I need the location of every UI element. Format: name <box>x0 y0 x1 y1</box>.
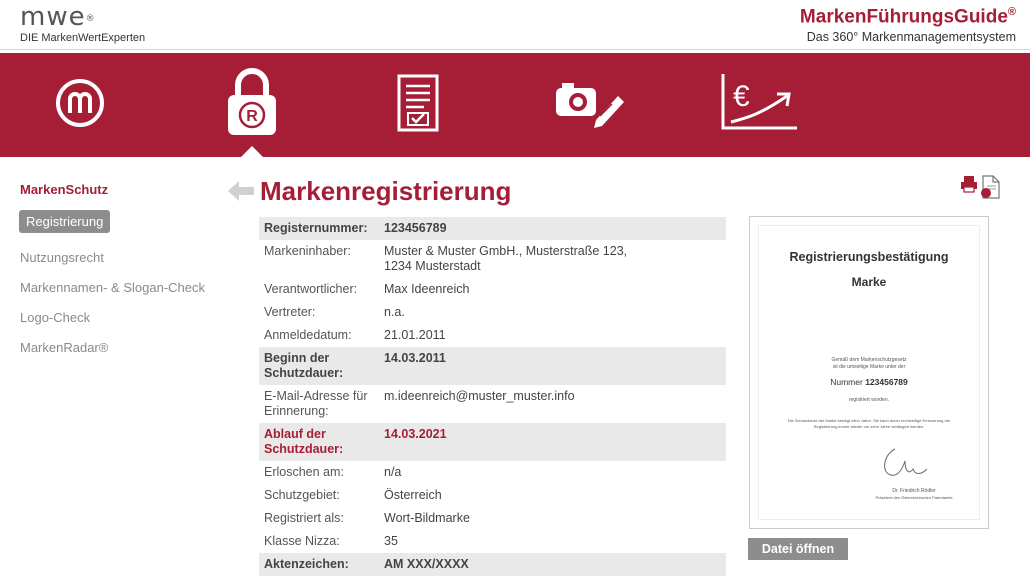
table-row: Erloschen am: n/a <box>259 461 726 484</box>
table-row: Schutzgebiet: Österreich <box>259 484 726 507</box>
table-row: Anmeldedatum: 21.01.2011 <box>259 324 726 347</box>
logo-mark: mwe® <box>20 2 96 32</box>
row-key: Markeninhaber: <box>264 244 351 258</box>
row-key-line: Beginn der <box>264 351 330 365</box>
sidebar-item-slogan-check[interactable]: Markennamen- & Slogan-Check <box>20 280 220 295</box>
row-value: n.a. <box>384 305 405 319</box>
row-key-line: Erinnerung: <box>264 404 329 418</box>
back-arrow-icon[interactable] <box>228 181 254 206</box>
row-key: Klasse Nizza: <box>264 534 340 548</box>
table-row: Ablauf der Schutzdauer: 14.03.2021 <box>259 423 726 461</box>
sidebar-title: MarkenSchutz <box>20 182 109 197</box>
row-value: m.ideenreich@muster_muster.info <box>384 389 575 403</box>
row-value: Österreich <box>384 488 442 502</box>
table-row: Verantwortlicher: Max Ideenreich <box>259 278 726 301</box>
svg-text:€: € <box>733 80 750 113</box>
row-key: Schutzgebiet: <box>264 488 340 502</box>
brand-block: MarkenFührungsGuide® Das 360° Markenmana… <box>800 6 1016 44</box>
row-value-line: Muster & Muster GmbH., Musterstraße 123, <box>384 244 628 258</box>
lock-registered-icon: R <box>222 67 282 144</box>
row-value: 21.01.2011 <box>384 328 446 342</box>
euro-growth-chart-icon: € <box>717 72 799 139</box>
table-row: Markeninhaber: Muster & Muster GmbH., Mu… <box>259 240 726 278</box>
row-value: n/a <box>384 465 402 479</box>
row-key: Aktenzeichen: <box>259 553 379 576</box>
certificate-subtitle: Marke <box>851 275 887 289</box>
open-file-button[interactable]: Datei öffnen <box>748 538 848 560</box>
row-key: Verantwortlicher: <box>264 282 358 296</box>
top-header: mwe® DIE MarkenWertExperten MarkenFührun… <box>0 0 1030 50</box>
nav-item-value[interactable]: € <box>718 65 798 145</box>
certificate-title: Registrierungsbestätigung <box>789 250 949 264</box>
row-value: 123456789 <box>379 217 726 240</box>
row-key-line: Schutzdauer: <box>264 442 344 456</box>
sidebar-item-logo-check[interactable]: Logo-Check <box>20 310 220 325</box>
table-row: Klasse Nizza: 35 <box>259 530 726 553</box>
table-row: Registernummer: 123456789 <box>259 217 726 240</box>
row-value: 14.03.2021 <box>379 423 726 461</box>
row-value: 35 <box>384 534 398 548</box>
row-value: Max Ideenreich <box>384 282 470 296</box>
row-key-line: E-Mail-Adresse für <box>264 389 368 403</box>
sidebar: MarkenSchutz Registrierung Nutzungsrecht… <box>19 180 220 355</box>
row-key: Registriert als: <box>264 511 344 525</box>
table-row: Beginn der Schutzdauer: 14.03.2011 <box>259 347 726 385</box>
table-row: Registriert als: Wort-Bildmarke <box>259 507 726 530</box>
certificate-text: ist die umseitige Marke unter der <box>832 364 906 370</box>
certificate-border <box>758 225 980 520</box>
page-title: Markenregistrierung <box>260 176 512 206</box>
row-key: E-Mail-Adresse für Erinnerung: <box>259 385 379 423</box>
certificate-preview[interactable]: Registrierungsbestätigung Marke Gemäß de… <box>749 216 989 529</box>
pdf-icon[interactable] <box>980 175 1000 204</box>
brand-subtitle: Das 360° Markenmanagementsystem <box>806 30 1016 45</box>
svg-text:R: R <box>246 108 258 125</box>
table-row: Vertreter: n.a. <box>259 301 726 324</box>
print-icon[interactable] <box>960 175 978 204</box>
active-nav-pointer <box>241 146 263 157</box>
row-key-line: Schutzdauer: <box>264 366 344 380</box>
camera-pencil-icon <box>552 76 628 135</box>
table-row: E-Mail-Adresse für Erinnerung: m.ideenrei… <box>259 385 726 423</box>
document-check-icon <box>396 73 440 138</box>
row-value: AM XXX/XXXX <box>379 553 726 576</box>
registration-table: Registernummer: 123456789 Markeninhaber:… <box>259 217 726 576</box>
row-key: Erloschen am: <box>264 465 344 479</box>
row-key: Beginn der Schutzdauer: <box>259 347 379 385</box>
mwe-logo[interactable]: mwe® DIE MarkenWertExperten <box>20 4 145 44</box>
row-key-line: Ablauf der <box>264 427 326 441</box>
row-value-line: 1234 Musterstadt <box>384 259 481 273</box>
row-key: Vertreter: <box>264 305 316 319</box>
toolbar <box>960 175 1000 204</box>
signature <box>875 445 935 486</box>
logo-subtitle: DIE MarkenWertExperten <box>20 32 146 44</box>
row-key: Anmeldedatum: <box>264 328 352 342</box>
table-row: Aktenzeichen: AM XXX/XXXX <box>259 553 726 576</box>
sidebar-item-registrierung[interactable]: Registrierung <box>19 210 111 233</box>
nav-item-document[interactable] <box>378 65 458 145</box>
row-value: Muster & Muster GmbH., Musterstraße 123,… <box>379 240 726 278</box>
main-nav: R € <box>0 53 1030 157</box>
row-key: Registernummer: <box>259 217 379 240</box>
brand-title: MarkenFührungsGuide® <box>799 6 1016 28</box>
certificate-text: Registrierung immer wieder um zehn Jahre… <box>813 424 925 429</box>
sidebar-item-nutzungsrecht[interactable]: Nutzungsrecht <box>20 250 220 265</box>
certificate-signer-title: Präsident des Österreichischen Patentamt… <box>875 495 953 500</box>
certificate-text: Gemäß dem Markenschutzgesetz <box>831 357 907 363</box>
nav-item-markenschutz[interactable]: R <box>212 65 292 145</box>
row-value: 14.03.2011 <box>379 347 726 385</box>
row-value: Wort-Bildmarke <box>384 511 470 525</box>
sidebar-item-markenradar[interactable]: MarkenRadar® <box>20 340 220 355</box>
nav-item-media[interactable] <box>550 65 630 145</box>
nav-item-brand[interactable] <box>40 65 120 145</box>
m-logo-icon <box>54 77 106 134</box>
row-key: Ablauf der Schutzdauer: <box>259 423 379 461</box>
certificate-text: registriert worden. <box>848 397 889 403</box>
certificate-number: Nummer 123456789 <box>830 377 908 387</box>
